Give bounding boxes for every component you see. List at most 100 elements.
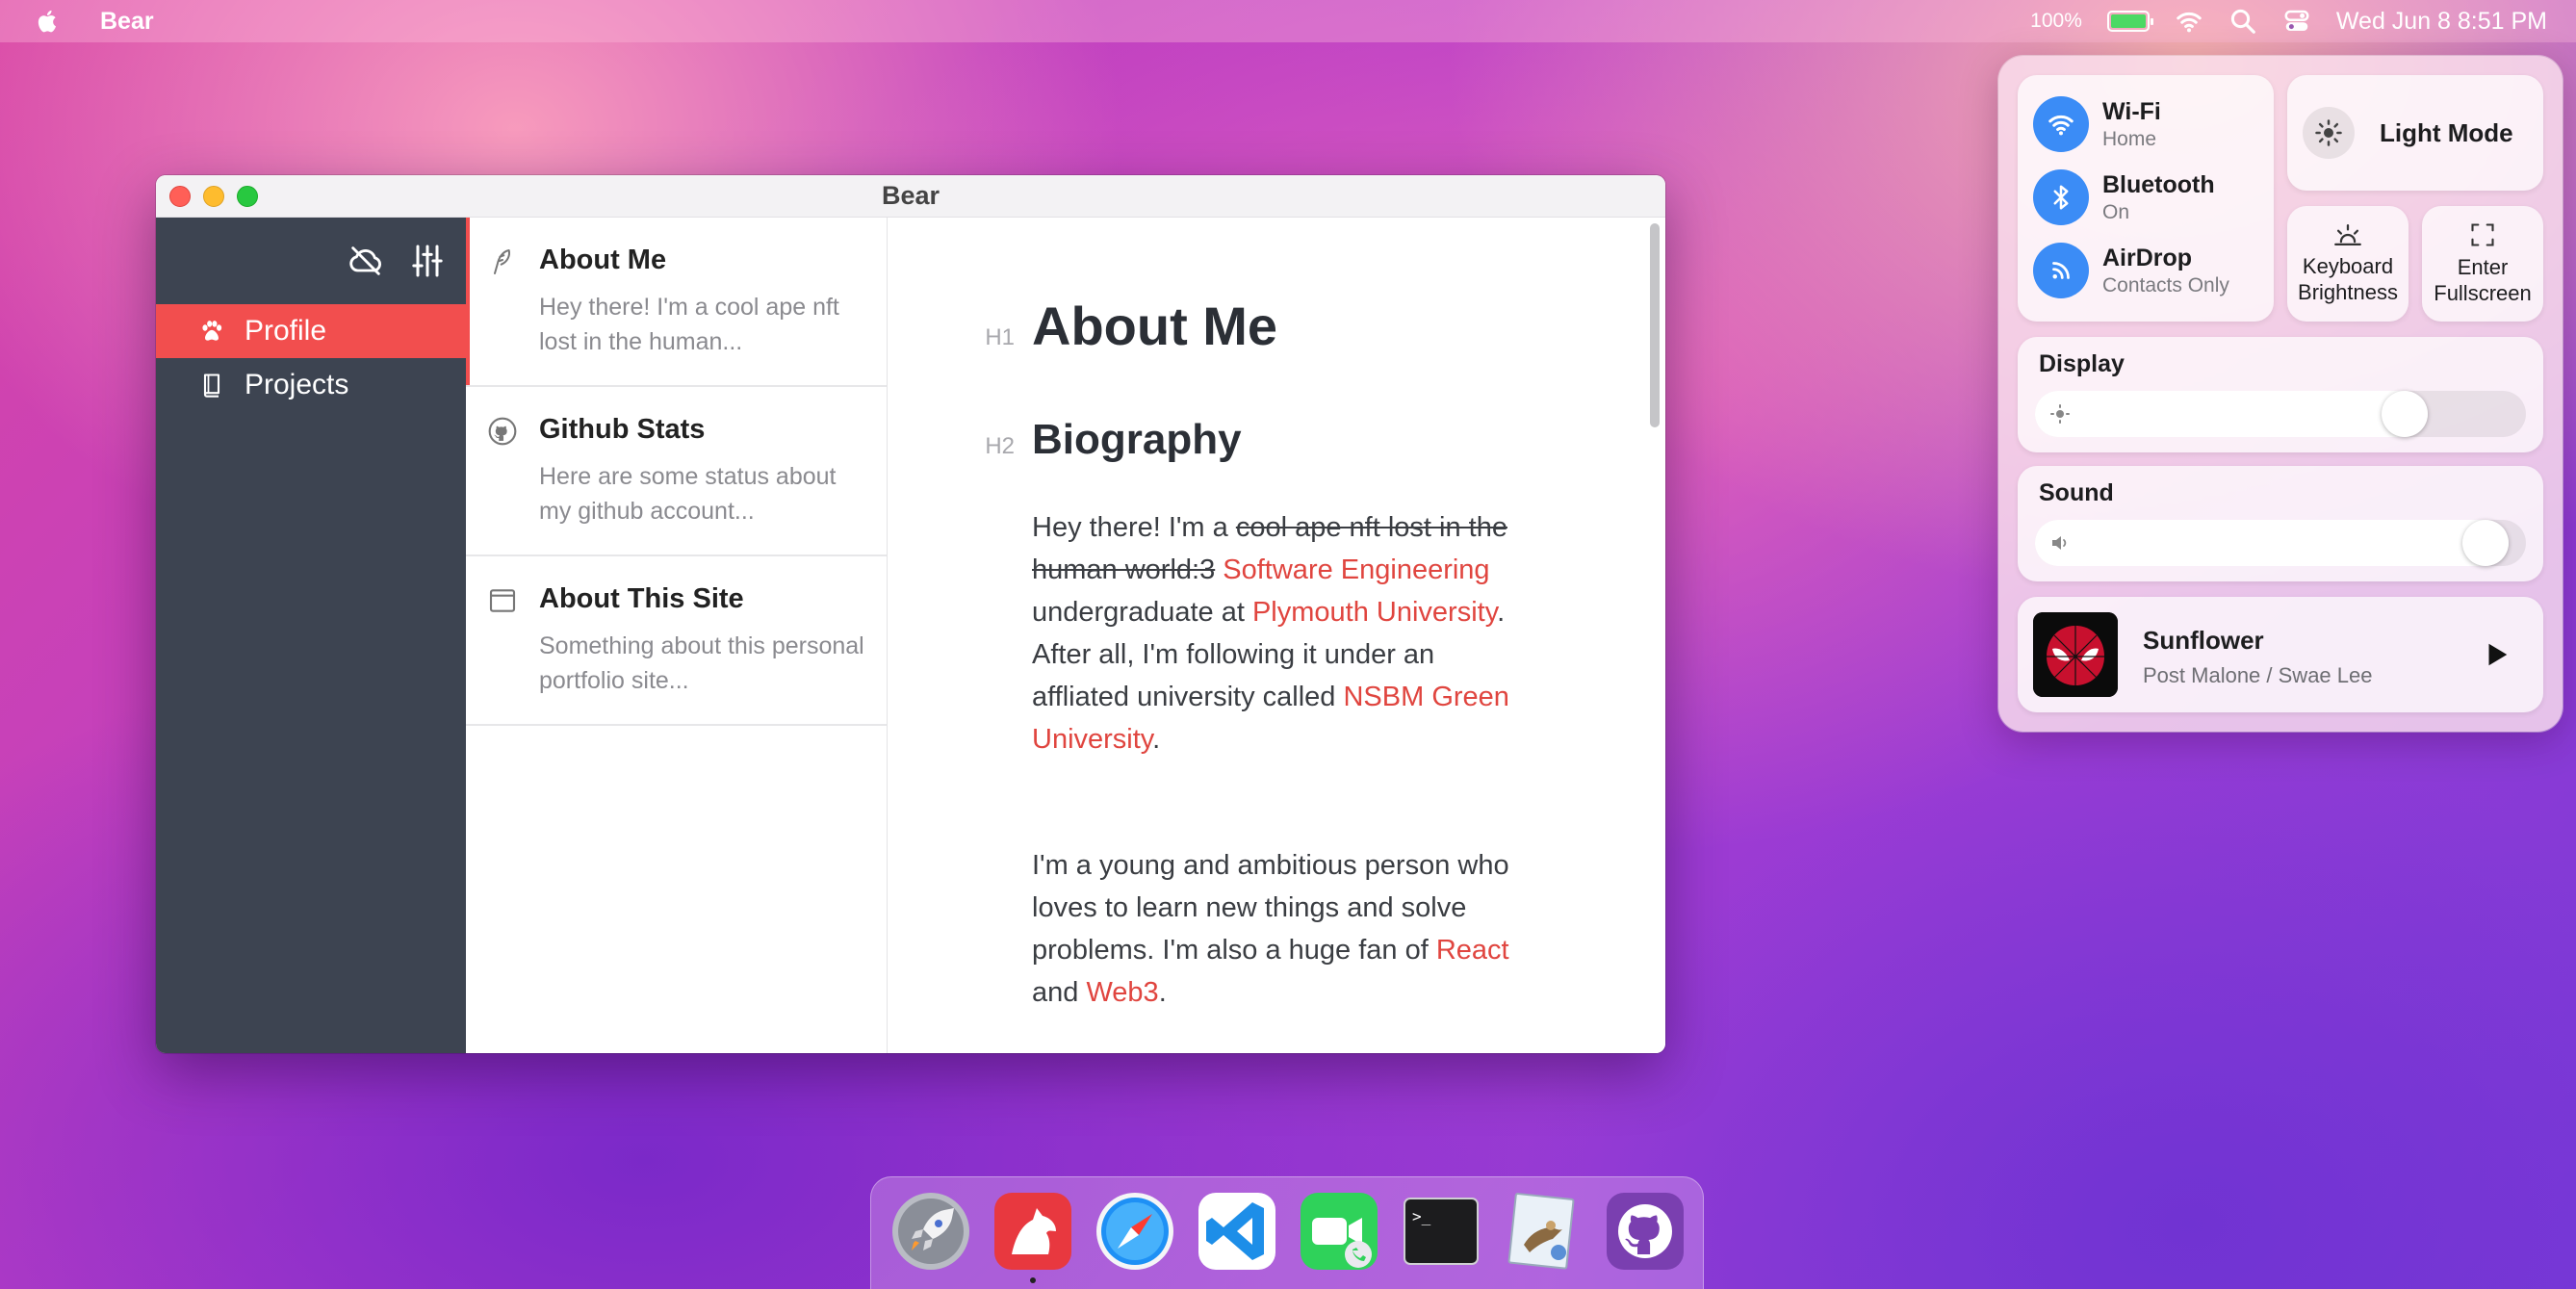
sidebar-item-projects[interactable]: Projects [156, 358, 466, 412]
bluetooth-toggle-row[interactable]: Bluetooth On [2033, 169, 2215, 225]
fullscreen-icon [2471, 223, 2494, 246]
sound-label: Sound [2039, 479, 2114, 506]
sound-tile: Sound [2018, 466, 2543, 581]
bear-app-icon[interactable] [992, 1191, 1073, 1272]
slider-knob[interactable] [2382, 391, 2428, 437]
wifi-status: Home [2102, 127, 2157, 150]
h2-marker: H2 [985, 433, 1015, 459]
note-item-about-me[interactable]: About Me Hey there! I'm a cool ape nft l… [466, 218, 887, 387]
airdrop-icon [2052, 262, 2070, 279]
light-mode-button[interactable]: Light Mode [2287, 75, 2543, 191]
svg-text:>_: >_ [1412, 1207, 1431, 1225]
window-controls [169, 186, 258, 207]
zoom-button[interactable] [237, 186, 258, 207]
display-tile: Display [2018, 337, 2543, 452]
note-preview: Hey there! I'm a cool ape nft lost in th… [539, 294, 839, 355]
enter-fullscreen-button[interactable]: Enter Fullscreen [2422, 206, 2543, 322]
safari-icon[interactable] [1095, 1191, 1175, 1272]
window-titlebar[interactable]: Bear [156, 175, 1665, 218]
mail-icon[interactable] [1503, 1191, 1584, 1272]
link-react[interactable]: React [1436, 935, 1509, 966]
control-center-panel: Wi-Fi Home Bluetooth On AirDrop Contacts… [1998, 56, 2563, 732]
menu-bar: Bear 100% Wed Jun 8 8:51 PM [0, 0, 2576, 42]
control-center-icon[interactable] [2282, 7, 2311, 36]
brightness-icon [2050, 404, 2070, 424]
wifi-toggle-button[interactable] [2033, 96, 2089, 152]
cloud-off-icon[interactable] [347, 242, 385, 280]
airdrop-toggle-row[interactable]: AirDrop Contacts Only [2033, 243, 2229, 298]
wifi-icon [2048, 115, 2074, 136]
note-title: About Me [539, 245, 667, 275]
paragraph-biography-1: Hey there! I'm a cool ape nft lost in th… [1032, 506, 1533, 761]
window-title: Bear [881, 181, 940, 210]
light-mode-label: Light Mode [2380, 117, 2513, 147]
keyboard-brightness-label: Keyboard Brightness [2298, 254, 2398, 304]
sidebar: Profile Projects [156, 218, 466, 1053]
note-preview: Something about this personal portfolio … [539, 632, 864, 694]
wifi-toggle-row[interactable]: Wi-Fi Home [2033, 96, 2161, 152]
battery-charging-icon[interactable] [2106, 11, 2153, 32]
link-plymouth-university[interactable]: Plymouth University [1252, 597, 1497, 628]
bluetooth-status: On [2102, 200, 2130, 223]
text-run: undergraduate at [1032, 597, 1252, 628]
spotlight-search-icon[interactable] [2228, 7, 2257, 36]
note-list: About Me Hey there! I'm a cool ape nft l… [466, 218, 888, 1053]
slider-fill [2035, 520, 2509, 566]
menu-bar-clock[interactable]: Wed Jun 8 8:51 PM [2336, 8, 2547, 36]
terminal-icon[interactable]: >_ [1401, 1191, 1481, 1272]
now-playing-tile[interactable]: Sunflower Post Malone / Swae Lee [2018, 597, 2543, 712]
wifi-label: Wi-Fi [2102, 97, 2161, 125]
note-title: About This Site [539, 583, 744, 614]
note-item-about-this-site[interactable]: About This Site Something about this per… [466, 556, 887, 726]
airdrop-toggle-button[interactable] [2033, 243, 2089, 298]
minimize-button[interactable] [203, 186, 224, 207]
sidebar-item-label: Profile [245, 315, 327, 347]
note-item-github-stats[interactable]: Github Stats Here are some status about … [466, 387, 887, 556]
play-icon[interactable] [2482, 639, 2511, 670]
facetime-icon[interactable] [1299, 1191, 1379, 1272]
text-run: and [1032, 977, 1087, 1008]
vscode-icon[interactable] [1197, 1191, 1277, 1272]
sliders-icon[interactable] [408, 242, 447, 280]
volume-slider[interactable] [2035, 520, 2526, 566]
link-web3[interactable]: Web3 [1086, 977, 1158, 1008]
note-heading-2: Biography [1032, 416, 1242, 463]
link-software-engineering[interactable]: Software Engineering [1223, 554, 1489, 585]
launchpad-icon[interactable] [890, 1191, 971, 1272]
spider-mask-album-art-icon [2033, 612, 2118, 697]
note-editor[interactable]: H1 About Me H2 Biography Hey there! I'm … [888, 218, 1665, 1053]
keyboard-brightness-button[interactable]: Keyboard Brightness [2287, 206, 2409, 322]
track-title: Sunflower [2143, 626, 2264, 655]
display-label: Display [2039, 350, 2125, 377]
bluetooth-toggle-button[interactable] [2033, 169, 2089, 225]
feather-icon [494, 249, 510, 274]
paw-icon [202, 321, 222, 341]
editor-scrollbar[interactable] [1650, 223, 1660, 427]
running-indicator [1030, 1277, 1036, 1283]
text-run: . [1158, 977, 1167, 1008]
menu-bar-extras: 100% Wed Jun 8 8:51 PM [2030, 0, 2547, 42]
speaker-icon [2052, 536, 2067, 550]
heading-1-row: H1 About Me [888, 295, 1277, 357]
close-button[interactable] [169, 186, 191, 207]
slider-fill [2035, 391, 2428, 437]
note-title: Github Stats [539, 414, 706, 445]
github-desktop-icon[interactable] [1605, 1191, 1686, 1272]
display-brightness-slider[interactable] [2035, 391, 2526, 437]
slider-knob[interactable] [2462, 520, 2509, 566]
text-run: . [1152, 724, 1161, 755]
note-preview: Here are some status about my github acc… [539, 463, 837, 525]
enter-fullscreen-label: Enter Fullscreen [2434, 255, 2532, 305]
apple-logo-icon[interactable] [35, 8, 62, 35]
track-artist: Post Malone / Swae Lee [2143, 663, 2373, 687]
browser-window-icon [489, 589, 516, 612]
active-app-name[interactable]: Bear [100, 8, 154, 36]
bluetooth-icon [2053, 185, 2069, 210]
paragraph-biography-2: I'm a young and ambitious person who lov… [1032, 844, 1533, 1014]
wifi-icon[interactable] [2175, 7, 2203, 36]
sun-icon [2303, 107, 2355, 159]
sidebar-item-profile[interactable]: Profile [156, 304, 466, 358]
sidebar-item-label: Projects [245, 369, 349, 400]
network-tile: Wi-Fi Home Bluetooth On AirDrop Contacts… [2018, 75, 2274, 322]
book-icon [203, 374, 220, 398]
